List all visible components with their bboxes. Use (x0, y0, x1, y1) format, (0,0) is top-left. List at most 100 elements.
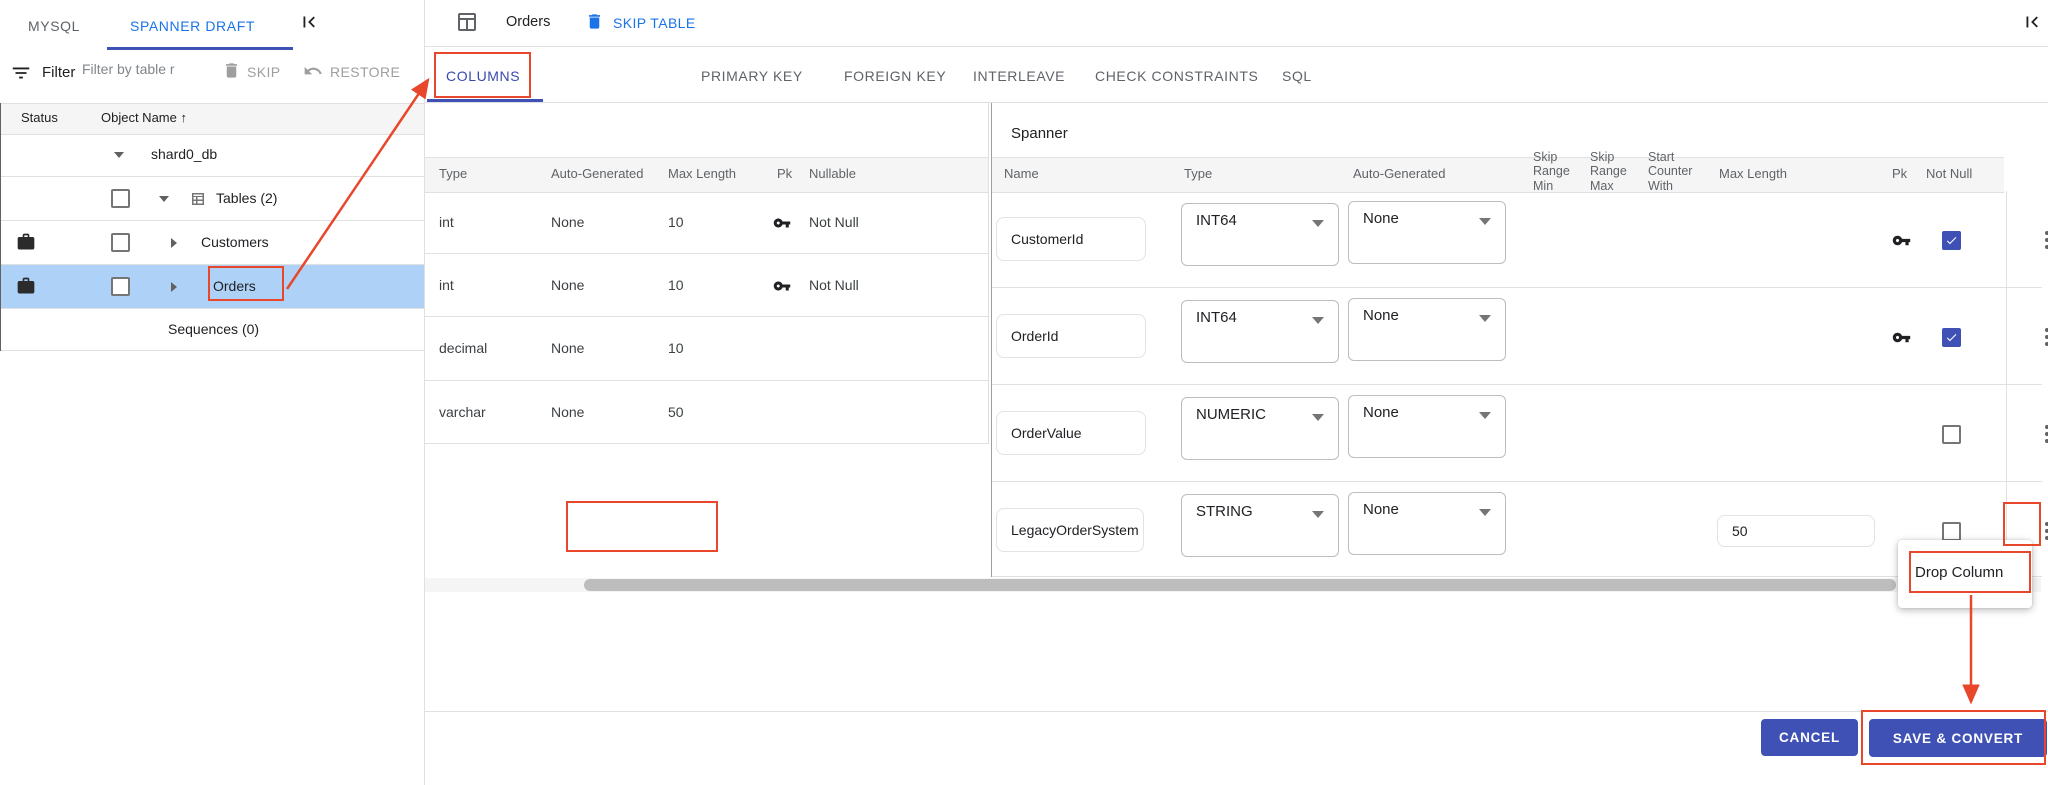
tab-interleave[interactable]: INTERLEAVE (973, 68, 1065, 84)
spanner-row: INT64 None (992, 288, 2048, 385)
tree-header-status: Status (21, 110, 58, 125)
col-header-pk: Pk (1892, 166, 1908, 181)
type-select-value: NUMERIC (1196, 406, 1266, 423)
chevron-down-icon (1479, 412, 1491, 419)
col-header-auto-generated: Auto-Generated (1353, 166, 1446, 181)
type-select-value: STRING (1196, 503, 1253, 520)
cell-max-length: 10 (668, 340, 684, 356)
tab-check-constraints[interactable]: CHECK CONSTRAINTS (1095, 68, 1258, 84)
source-table-right-border (988, 103, 989, 444)
column-context-menu: Drop Column (1898, 540, 2032, 608)
tab-mysql[interactable]: MYSQL (28, 18, 80, 34)
chevron-down-icon (1312, 220, 1324, 227)
customers-checkbox[interactable] (111, 233, 130, 252)
chevron-down-icon (1479, 509, 1491, 516)
horizontal-scrollbar[interactable] (425, 578, 2041, 592)
col-header-max-length: Max Length (668, 166, 736, 181)
tree-row-label: Customers (201, 234, 269, 250)
tree-row-shard0-db[interactable]: shard0_db (1, 133, 424, 177)
tree-header-object-name[interactable]: Object Name ↑ (101, 110, 187, 125)
object-tree: Status Object Name ↑ shard0_db Tables (2… (0, 103, 424, 351)
source-columns-table: Type Auto-Generated Max Length Pk Nullab… (425, 103, 989, 577)
spanner-row: INT64 None (992, 191, 2048, 288)
expand-caret-icon[interactable] (114, 152, 124, 158)
scrollbar-thumb[interactable] (584, 579, 1896, 591)
not-null-checkbox[interactable] (1942, 328, 1961, 347)
col-header-nullable: Nullable (809, 166, 856, 181)
tables-checkbox[interactable] (111, 189, 130, 208)
tab-columns[interactable]: COLUMNS (446, 68, 520, 84)
tree-header (1, 103, 424, 135)
collapse-right-icon[interactable] (2021, 11, 2043, 36)
col-header-skip-range-max: Skip Range Max (1590, 150, 1627, 193)
cell-auto-generated: None (551, 277, 585, 293)
sort-asc-icon: ↑ (180, 110, 188, 125)
tab-primary-key[interactable]: PRIMARY KEY (701, 68, 803, 84)
spanner-migration-tool: MYSQL SPANNER DRAFT Filter SKIP RESTORE … (0, 0, 2048, 785)
auto-generated-select-value: None (1363, 307, 1399, 324)
spanner-columns-table: Spanner Name Type Auto-Generated Skip Ra… (992, 103, 2048, 577)
column-kebab-menu-icon[interactable] (2035, 325, 2048, 349)
source-row: int None 10 Not Null (425, 254, 988, 317)
not-null-checkbox[interactable] (1942, 231, 1961, 250)
column-kebab-menu-icon[interactable] (2035, 422, 2048, 446)
skip-table-button[interactable]: SKIP TABLE (613, 15, 696, 31)
spanner-row: NUMERIC None (992, 385, 2048, 482)
tree-row-label: Tables (2) (216, 190, 278, 206)
cell-auto-generated: None (551, 340, 585, 356)
tab-sql[interactable]: SQL (1282, 68, 1312, 84)
type-select[interactable]: INT64 (1181, 203, 1339, 266)
tree-row-customers[interactable]: Customers (1, 221, 424, 265)
cell-auto-generated: None (551, 404, 585, 420)
column-name-input[interactable] (996, 508, 1144, 552)
type-select[interactable]: NUMERIC (1181, 397, 1339, 460)
sidebar: MYSQL SPANNER DRAFT Filter SKIP RESTORE … (0, 0, 424, 785)
column-name-input[interactable] (996, 411, 1146, 455)
object-name-label: Object Name (101, 110, 177, 125)
collapse-left-icon[interactable] (298, 11, 320, 36)
column-name-input[interactable] (996, 217, 1146, 261)
sequences-kebab-menu-icon[interactable] (391, 318, 415, 342)
max-length-input[interactable] (1717, 515, 1875, 547)
tree-row-label: shard0_db (151, 146, 218, 162)
footer-divider (425, 711, 2048, 712)
auto-generated-select[interactable]: None (1348, 298, 1506, 361)
tree-row-label: Orders (213, 278, 256, 294)
restore-button[interactable]: RESTORE (330, 64, 400, 80)
col-header-type: Type (439, 166, 468, 181)
expand-caret-icon[interactable] (171, 238, 177, 248)
tab-foreign-key[interactable]: FOREIGN KEY (844, 68, 946, 84)
type-select[interactable]: STRING (1181, 494, 1339, 557)
col-header-max-length: Max Length (1719, 166, 1787, 181)
column-name-input[interactable] (996, 314, 1146, 358)
auto-generated-select[interactable]: None (1348, 492, 1506, 555)
auto-generated-select-value: None (1363, 210, 1399, 227)
cell-max-length: 10 (668, 214, 684, 230)
expand-caret-icon[interactable] (171, 282, 177, 292)
column-kebab-menu-icon[interactable] (2035, 228, 2048, 252)
tree-row-orders[interactable]: Orders (1, 265, 424, 309)
briefcase-status-icon (16, 276, 36, 299)
drop-column-menu-item[interactable]: Drop Column (1915, 564, 2003, 581)
save-convert-button[interactable]: SAVE & CONVERT (1869, 719, 2047, 757)
col-header-start-counter-with: Start Counter With (1648, 150, 1693, 193)
cancel-button[interactable]: CANCEL (1761, 719, 1858, 756)
filter-table-input[interactable] (80, 60, 212, 78)
not-null-checkbox[interactable] (1942, 425, 1961, 444)
type-select[interactable]: INT64 (1181, 300, 1339, 363)
primary-key-icon (773, 214, 791, 235)
not-null-checkbox[interactable] (1942, 522, 1961, 541)
auto-generated-select[interactable]: None (1348, 201, 1506, 264)
orders-checkbox[interactable] (111, 277, 130, 296)
column-kebab-menu-icon[interactable] (2035, 519, 2048, 543)
expand-caret-icon[interactable] (159, 196, 169, 202)
tab-spanner-draft[interactable]: SPANNER DRAFT (130, 18, 255, 34)
tree-row-tables[interactable]: Tables (2) (1, 177, 424, 221)
cell-type: int (439, 214, 454, 230)
tree-row-sequences[interactable]: Sequences (0) (1, 309, 424, 351)
skip-button[interactable]: SKIP (247, 64, 281, 80)
col-header-name: Name (1004, 166, 1039, 181)
table-tabs: COLUMNS PRIMARY KEY FOREIGN KEY INTERLEA… (425, 47, 2048, 103)
col-header-type: Type (1184, 166, 1213, 181)
auto-generated-select[interactable]: None (1348, 395, 1506, 458)
